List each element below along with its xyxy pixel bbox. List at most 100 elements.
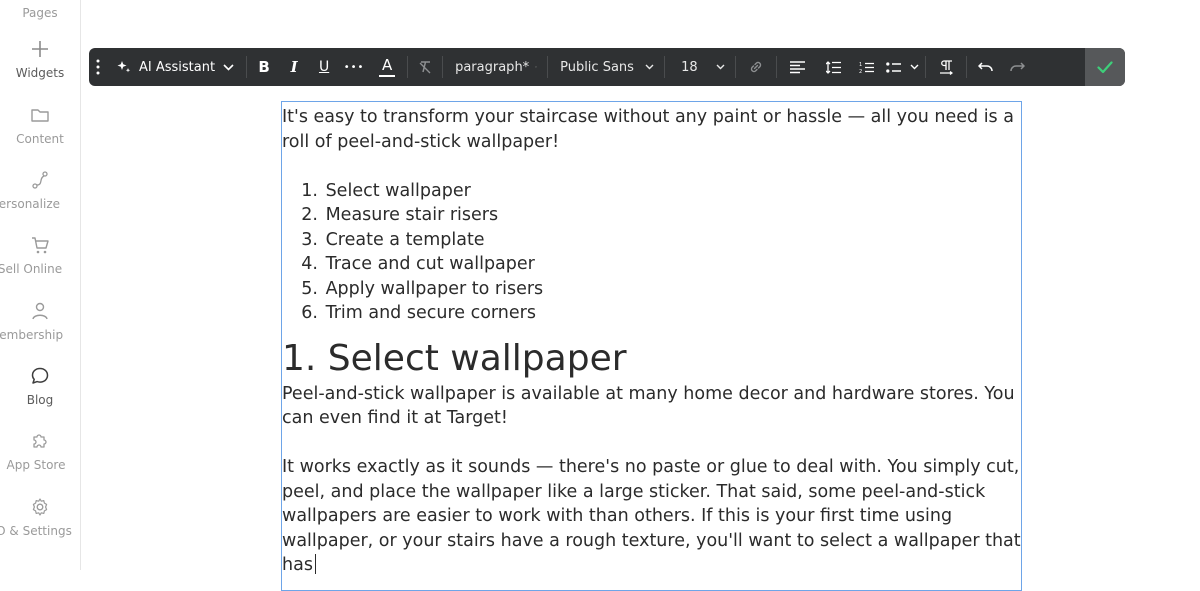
sidebar-item-label: O & Settings: [0, 524, 72, 538]
sidebar-item-membership[interactable]: Membership: [0, 300, 80, 342]
list-options-button[interactable]: [905, 48, 923, 86]
list-item: 4. Trace and cut wallpaper: [282, 252, 1023, 277]
sidebar-item-label: Content: [16, 132, 64, 146]
list-item-text: Apply wallpaper to risers: [325, 278, 544, 299]
line-spacing-icon: [825, 60, 841, 74]
toolbar-divider: [407, 56, 409, 78]
list-item-text: Trim and secure corners: [325, 303, 536, 323]
sparkle-icon: [117, 61, 131, 73]
chevron-down-icon: [223, 63, 234, 71]
list-item-text: Select wallpaper: [325, 180, 471, 201]
list-item-text: Measure stair risers: [325, 205, 499, 225]
toolbar-divider: [547, 56, 549, 78]
text-editor[interactable]: It's easy to transform your staircase wi…: [281, 101, 1022, 591]
sidebar-item-personalize[interactable]: Personalize: [0, 169, 80, 211]
link-button[interactable]: [738, 48, 774, 86]
drag-dots-icon: [96, 59, 100, 75]
gear-icon: [32, 498, 48, 516]
list-item: 5. Apply wallpaper to risers: [282, 277, 1023, 302]
font-family-value: Public Sans: [560, 59, 634, 75]
font-size-value: 18: [681, 59, 698, 75]
sidebar-item-label: Membership: [0, 328, 64, 342]
list-number: 5.: [301, 278, 318, 299]
font-family-select[interactable]: Public Sans: [550, 48, 662, 86]
sidebar-item-label: App Store: [6, 458, 66, 472]
paragraph-style-value: paragraph*: [455, 59, 530, 75]
sidebar-item-settings[interactable]: O & Settings: [0, 496, 80, 538]
drag-handle[interactable]: [91, 48, 105, 86]
editor-content: It's easy to transform your staircase wi…: [282, 105, 1023, 578]
checkmark-icon: [1097, 60, 1113, 73]
sidebar-item-label: Pages: [22, 6, 58, 20]
clear-formatting-button[interactable]: [410, 48, 440, 86]
text-color-swatch: [379, 74, 396, 77]
numbered-list-button[interactable]: 12: [851, 48, 881, 86]
sidebar-item-blog[interactable]: Blog: [0, 365, 80, 407]
redo-icon: [1009, 62, 1025, 72]
list-item-text: Trace and cut wallpaper: [325, 254, 535, 274]
list-item-text: Create a template: [325, 229, 485, 250]
toolbar-divider: [966, 56, 968, 78]
confirm-button[interactable]: [1085, 48, 1125, 86]
font-size-select[interactable]: 18: [667, 48, 733, 86]
numbered-list-icon: 12: [859, 62, 874, 74]
pilcrow-icon: [940, 59, 954, 75]
line-spacing-button[interactable]: [815, 48, 851, 86]
underline-button[interactable]: U: [309, 48, 339, 86]
text-color-glyph: A: [381, 55, 393, 74]
list-item: 1. Select wallpaper: [282, 179, 1023, 204]
toolbar-divider: [925, 56, 927, 78]
toolbar-divider: [735, 56, 737, 78]
chevron-down-icon: [645, 64, 654, 70]
more-formatting-button[interactable]: •••: [339, 48, 369, 86]
sidebar-item-label: Sell Online: [0, 262, 63, 276]
list-number: 3.: [301, 229, 318, 250]
list-number: 1.: [301, 180, 318, 201]
person-icon: [32, 302, 48, 320]
toolbar-divider: [776, 56, 778, 78]
paragraph-text: It works exactly as it sounds — there's …: [282, 457, 1021, 575]
svg-text:1: 1: [859, 62, 862, 68]
plus-icon: [32, 41, 48, 57]
text-formatting-toolbar: AI Assistant B I U ••• A paragraph* Publ…: [89, 48, 1125, 86]
italic-button[interactable]: I: [279, 48, 309, 86]
bulleted-list-button[interactable]: [881, 48, 905, 86]
sidebar-item-content[interactable]: Content: [0, 104, 80, 146]
sidebar-item-widgets[interactable]: Widgets: [0, 38, 80, 80]
chevron-down-icon: [535, 66, 537, 68]
list-number: 6.: [301, 303, 318, 323]
list-item: 3. Create a template: [282, 228, 1023, 253]
link-icon: [750, 61, 762, 73]
sidebar-item-app-store[interactable]: App Store: [0, 430, 80, 472]
sidebar-item-pages[interactable]: Pages: [0, 6, 80, 20]
chevron-down-icon: [910, 64, 919, 70]
cart-icon: [32, 237, 49, 254]
paragraph: It works exactly as it sounds — there's …: [282, 455, 1023, 578]
toolbar-divider: [442, 56, 444, 78]
toolbar-divider: [664, 56, 666, 78]
paragraph: Peel-and-stick wallpaper is available at…: [282, 383, 1015, 429]
folder-icon: [31, 109, 49, 122]
ai-assistant-button[interactable]: AI Assistant: [105, 48, 244, 86]
svg-text:2: 2: [859, 69, 862, 74]
puzzle-icon: [33, 434, 47, 448]
route-icon: [32, 171, 48, 189]
sidebar-item-sell-online[interactable]: Sell Online: [0, 234, 80, 276]
list-item: 2. Measure stair risers: [282, 203, 1023, 228]
align-left-button[interactable]: [779, 48, 815, 86]
chat-bubble-icon: [31, 367, 49, 384]
redo-button[interactable]: [1001, 48, 1033, 86]
bulleted-list-icon: [885, 61, 901, 73]
align-left-icon: [789, 60, 805, 73]
undo-button[interactable]: [969, 48, 1001, 86]
text-caret: [314, 554, 317, 574]
text-color-button[interactable]: A: [369, 48, 405, 86]
list-number: 2.: [301, 205, 318, 225]
paragraph-style-select[interactable]: paragraph*: [445, 48, 545, 86]
left-sidebar: Pages Widgets Content Personalize Sell O…: [0, 0, 81, 570]
bold-button[interactable]: B: [249, 48, 279, 86]
text-direction-button[interactable]: [928, 48, 964, 86]
intro-paragraph: It's easy to transform your staircase wi…: [282, 107, 1014, 152]
